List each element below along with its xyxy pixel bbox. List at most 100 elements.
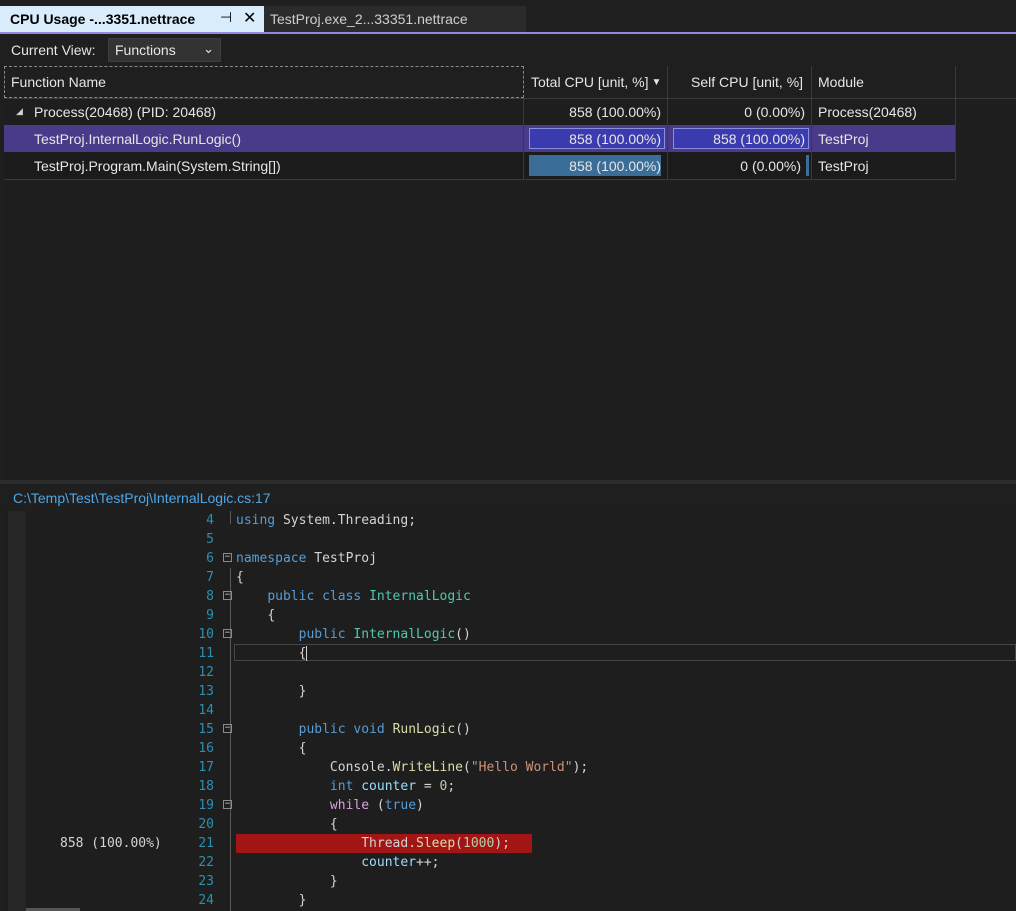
collapse-icon[interactable]: −	[223, 724, 232, 733]
total-cpu-value: 858 (100.00%)	[569, 157, 661, 174]
code-line: 6 − namespace TestProj	[4, 549, 1016, 568]
column-header-function-name[interactable]: Function Name	[4, 66, 524, 98]
tab-accent-line	[0, 32, 1016, 34]
code-token: namespace	[236, 551, 307, 566]
line-number: 14	[198, 703, 214, 718]
collapse-icon[interactable]: −	[223, 800, 232, 809]
code-token: using	[236, 513, 276, 528]
module-name: TestProj	[818, 157, 869, 174]
module-name: TestProj	[818, 130, 869, 147]
self-cpu-value: 858 (100.00%)	[713, 130, 805, 147]
pin-icon[interactable]: ⊣	[220, 9, 232, 26]
function-name: TestProj.Program.Main(System.String[])	[34, 157, 281, 174]
code-line: 7 {	[4, 568, 1016, 587]
current-view-dropdown[interactable]: Functions ⌄	[108, 38, 221, 62]
module-cell: TestProj	[812, 152, 956, 179]
current-view-value: Functions	[115, 42, 176, 58]
code-token: Console	[329, 760, 385, 775]
column-header-label: Self CPU [unit, %]	[691, 74, 804, 90]
tab-nettrace[interactable]: TestProj.exe_2...33351.nettrace	[264, 6, 526, 32]
line-number: 11	[198, 646, 214, 661]
code-token: ()	[455, 722, 471, 737]
code-token: Thread	[361, 836, 409, 851]
code-token: public	[267, 589, 315, 604]
code-line: 22 counter++;	[4, 853, 1016, 872]
collapse-icon[interactable]: −	[223, 591, 232, 600]
line-number: 5	[206, 532, 214, 547]
line-number: 9	[206, 608, 214, 623]
collapse-icon[interactable]: −	[223, 553, 232, 562]
line-number: 12	[198, 665, 214, 680]
function-name-cell: TestProj.Program.Main(System.String[])	[4, 152, 524, 179]
source-editor[interactable]: 4 using System.Threading; 5 6 − namespac…	[4, 511, 1016, 911]
line-number: 4	[206, 513, 214, 528]
function-name: Process(20468) (PID: 20468)	[34, 103, 217, 120]
close-icon[interactable]: ✕	[243, 8, 256, 28]
code-token: {	[236, 570, 244, 585]
text-caret	[306, 646, 308, 661]
line-number: 19	[198, 798, 214, 813]
chevron-down-icon: ⌄	[203, 41, 214, 56]
table-row[interactable]: ◢ Process(20468) (PID: 20468) 858 (100.0…	[4, 98, 956, 125]
column-header-total-cpu[interactable]: Total CPU [unit, %] ▼	[524, 66, 668, 98]
line-cpu-value: 858 (100.00%)	[60, 836, 162, 851]
view-toolbar: Current View: Functions ⌄	[0, 36, 1016, 64]
code-token: Sleep	[416, 836, 456, 851]
code-line: 4 using System.Threading;	[4, 511, 1016, 530]
module-cell: TestProj	[812, 125, 956, 152]
code-token: public	[298, 627, 346, 642]
pane-splitter[interactable]	[0, 480, 1016, 484]
code-line: 19 − while (true)	[4, 796, 1016, 815]
code-token: counter	[361, 779, 417, 794]
code-token: ()	[455, 627, 471, 642]
current-line-highlight	[234, 644, 1016, 661]
self-cpu-bar	[806, 155, 809, 176]
source-file-path[interactable]: C:\Temp\Test\TestProj\InternalLogic.cs:1…	[13, 490, 271, 506]
total-cpu-cell: 858 (100.00%)	[524, 98, 668, 125]
code-line: 10 − public InternalLogic()	[4, 625, 1016, 644]
line-number: 17	[198, 760, 214, 775]
function-name: TestProj.InternalLogic.RunLogic()	[34, 130, 241, 147]
self-cpu-cell: 0 (0.00%)	[668, 98, 812, 125]
code-line: 12	[4, 663, 1016, 682]
code-line: 8 − public class InternalLogic	[4, 587, 1016, 606]
code-line: 20 {	[4, 815, 1016, 834]
code-token: int	[329, 779, 354, 794]
column-header-module[interactable]: Module	[812, 66, 956, 98]
code-token: }	[298, 684, 307, 699]
tab-cpu-usage[interactable]: CPU Usage -...3351.nettrace ⊣ ✕	[0, 6, 264, 32]
column-header-self-cpu[interactable]: Self CPU [unit, %]	[668, 66, 812, 98]
collapse-icon[interactable]: −	[223, 629, 232, 638]
table-row[interactable]: TestProj.Program.Main(System.String[]) 8…	[4, 152, 956, 180]
line-number: 23	[198, 874, 214, 889]
code-token: 0	[439, 779, 448, 794]
function-name-cell: Process(20468) (PID: 20468)	[4, 98, 524, 125]
code-line: 15 − public void RunLogic()	[4, 720, 1016, 739]
code-line: 17 Console.WriteLine("Hello World");	[4, 758, 1016, 777]
tab-title: CPU Usage -...3351.nettrace	[10, 11, 196, 27]
sort-descending-icon: ▼	[651, 76, 662, 88]
code-line-hot: 858 (100.00%) 21 Thread.Sleep(1000);	[4, 834, 1016, 853]
table-row[interactable]: TestProj.InternalLogic.RunLogic() 858 (1…	[4, 125, 956, 152]
functions-grid: Function Name Total CPU [unit, %] ▼ Self…	[4, 66, 1016, 480]
module-cell: Process(20468)	[812, 98, 956, 125]
code-token: }	[298, 893, 307, 908]
total-cpu-value: 858 (100.00%)	[569, 103, 661, 120]
total-cpu-cell: 858 (100.00%)	[524, 152, 668, 179]
code-token: "Hello World"	[470, 760, 573, 775]
code-token: {	[267, 608, 276, 623]
code-line: 23 }	[4, 872, 1016, 891]
total-cpu-value: 858 (100.00%)	[569, 130, 661, 147]
column-header-label: Function Name	[11, 74, 106, 90]
line-number: 21	[198, 836, 214, 851]
code-token: InternalLogic	[369, 589, 471, 604]
self-cpu-cell: 858 (100.00%)	[668, 125, 812, 152]
code-line: 5	[4, 530, 1016, 549]
code-line: 18 int counter = 0;	[4, 777, 1016, 796]
line-number: 24	[198, 893, 214, 908]
code-line: 24 }	[4, 891, 1016, 910]
line-number: 13	[198, 684, 214, 699]
line-number: 15	[198, 722, 214, 737]
module-name: Process(20468)	[818, 103, 917, 120]
column-header-label: Module	[818, 74, 864, 90]
